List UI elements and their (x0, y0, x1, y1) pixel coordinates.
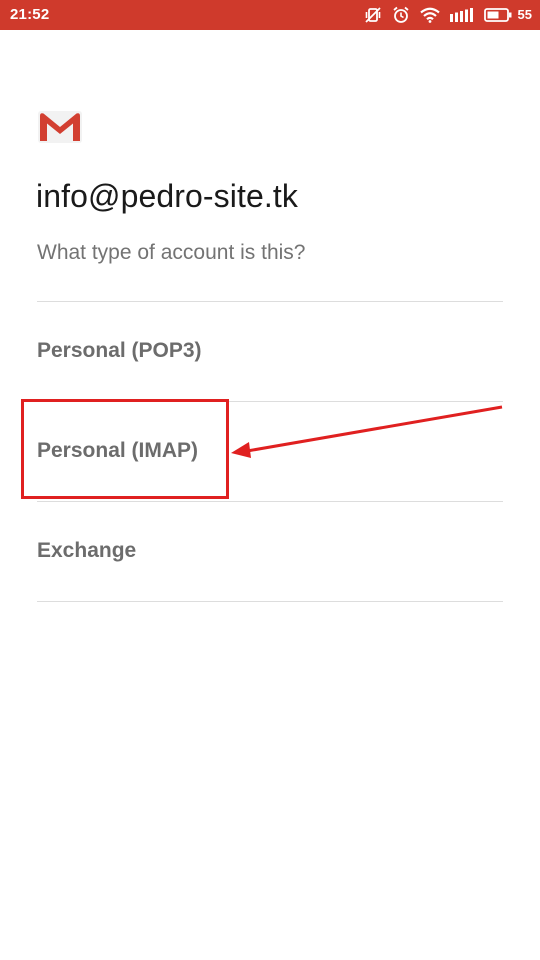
option-label: Exchange (37, 539, 137, 562)
battery-level: 55 (517, 7, 532, 22)
option-personal-pop3[interactable]: Personal (POP3) (37, 302, 503, 400)
wifi-icon (419, 7, 440, 23)
gmail-logo-icon (38, 111, 82, 143)
account-email: info@pedro-site.tk (36, 178, 298, 214)
annotation-arrow (231, 405, 503, 458)
status-time: 21:52 (10, 6, 50, 23)
option-exchange[interactable]: Exchange (37, 502, 503, 600)
alarm-icon (392, 6, 410, 24)
status-bar: 21:52 55 (0, 0, 540, 30)
divider (37, 601, 503, 602)
option-label: Personal (POP3) (37, 339, 202, 362)
battery-icon (483, 8, 512, 22)
signal-icon (449, 8, 474, 22)
annotation-highlight-box (21, 399, 229, 499)
vibrate-off-icon (364, 6, 382, 24)
account-type-question: What type of account is this? (37, 241, 306, 264)
status-icons: 55 (364, 6, 532, 24)
